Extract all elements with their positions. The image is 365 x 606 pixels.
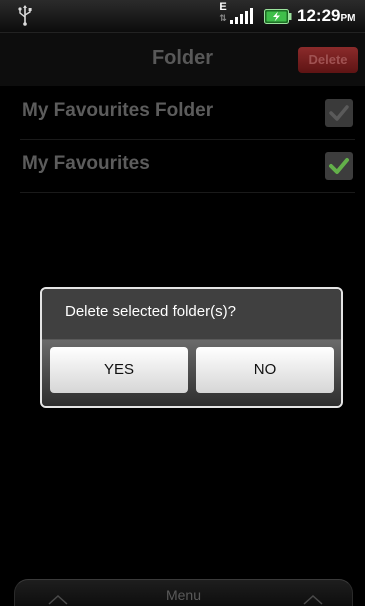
chevron-up-icon bbox=[303, 592, 323, 606]
clock-ampm: PM bbox=[340, 13, 356, 24]
status-bar: E ⇅ 12:29PM bbox=[0, 0, 365, 33]
data-arrows: ⇅ bbox=[219, 13, 227, 23]
screen: E ⇅ 12:29PM Folder Delete My Favourites … bbox=[0, 0, 365, 606]
list-item[interactable]: My Favourites bbox=[20, 140, 355, 193]
dialog-header: Delete selected folder(s)? bbox=[42, 289, 341, 340]
folder-name: My Favourites bbox=[22, 153, 150, 174]
yes-button[interactable]: YES bbox=[50, 347, 188, 393]
data-activity-icon: E ⇅ bbox=[217, 2, 229, 24]
folder-name: My Favourites Folder bbox=[22, 100, 214, 121]
menu-bar[interactable]: Menu bbox=[14, 579, 353, 606]
no-button[interactable]: NO bbox=[196, 347, 334, 393]
folder-checkbox[interactable] bbox=[325, 152, 353, 180]
list-item[interactable]: My Favourites Folder bbox=[20, 87, 355, 140]
menu-label: Menu bbox=[165, 587, 202, 603]
folder-checkbox[interactable] bbox=[325, 99, 353, 127]
battery-charging-icon bbox=[264, 9, 292, 29]
checkmark-icon bbox=[329, 158, 349, 174]
title-bar: Folder Delete bbox=[0, 33, 365, 86]
signal-strength-icon bbox=[230, 8, 254, 29]
usb-icon bbox=[18, 4, 32, 31]
dialog-message: Delete selected folder(s)? bbox=[65, 303, 236, 320]
delete-button[interactable]: Delete bbox=[298, 47, 358, 73]
checkmark-icon bbox=[329, 105, 349, 121]
confirm-dialog: Delete selected folder(s)? YES NO bbox=[40, 287, 343, 408]
clock: 12:29PM bbox=[297, 6, 356, 25]
